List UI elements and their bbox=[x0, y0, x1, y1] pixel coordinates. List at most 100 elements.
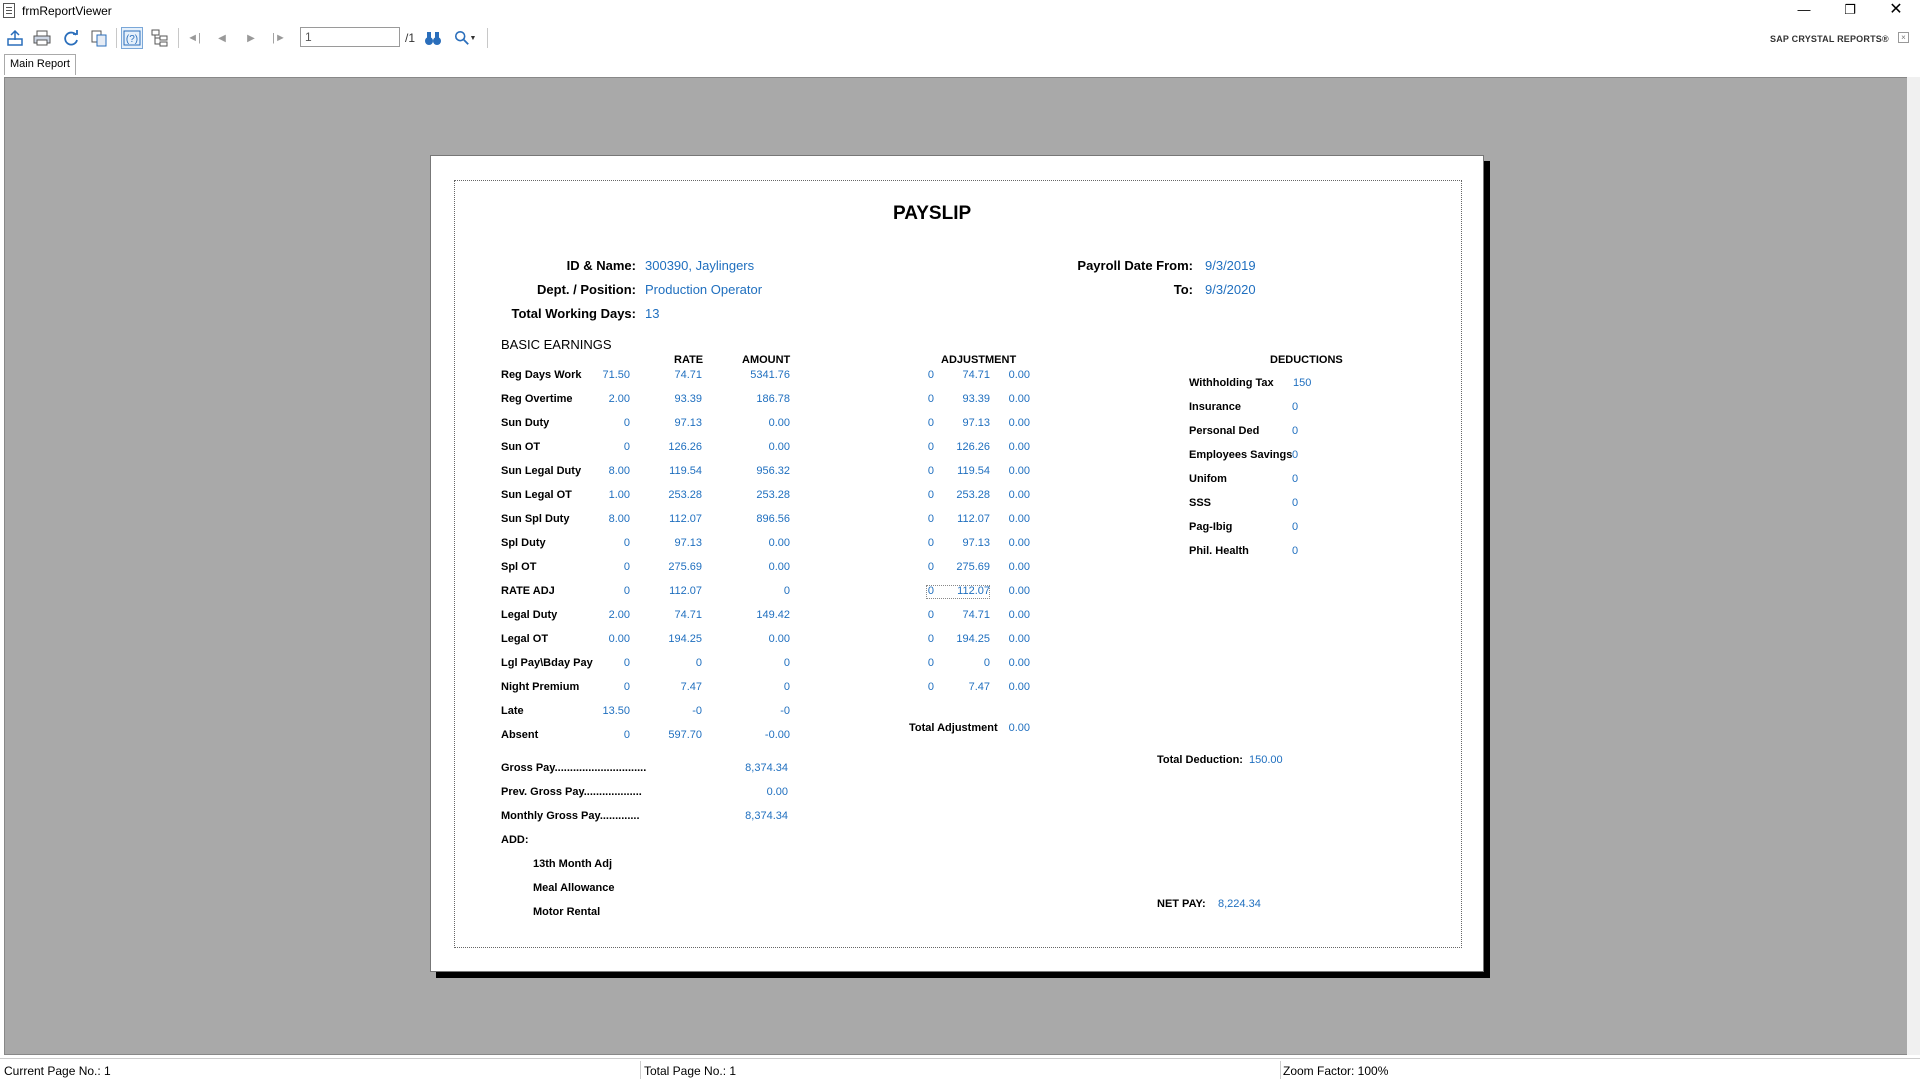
adjustment-amount: 0.00 bbox=[1008, 369, 1030, 381]
zoom-dropdown-button[interactable]: ▼ bbox=[450, 27, 480, 49]
deduction-value: 0 bbox=[1292, 545, 1299, 557]
next-page-button[interactable]: ▶ bbox=[240, 27, 262, 49]
earning-qty: 0 bbox=[623, 537, 630, 549]
earning-rate: 97.13 bbox=[674, 417, 702, 429]
id-name-value: 300390, Jaylingers bbox=[645, 258, 755, 273]
earning-amount: 0.00 bbox=[768, 561, 790, 573]
earning-amount: 5341.76 bbox=[750, 369, 790, 381]
earning-rate: 119.54 bbox=[669, 465, 702, 477]
adjustment-amount: 0.00 bbox=[1008, 561, 1030, 573]
binoculars-icon bbox=[425, 32, 441, 45]
earning-label: Night Premium bbox=[501, 681, 580, 693]
deduction-label: Insurance bbox=[1189, 401, 1241, 413]
previous-page-button[interactable]: ◀ bbox=[211, 27, 233, 49]
first-page-button[interactable]: ◄| bbox=[183, 27, 205, 49]
adjustment-qty: 0 bbox=[927, 465, 934, 477]
title-bar: frmReportViewer — ❐ ✕ bbox=[0, 0, 1920, 22]
adjustment-rate: 93.39 bbox=[962, 393, 990, 405]
zoom-factor-status: Zoom Factor: 100% bbox=[1283, 1064, 1389, 1078]
adjustment-amount: 0.00 bbox=[1008, 441, 1030, 453]
dept-position-value: Production Operator bbox=[645, 282, 763, 297]
deduction-label: Withholding Tax bbox=[1189, 377, 1274, 389]
copy-icon bbox=[91, 30, 107, 47]
earning-amount: 149.42 bbox=[756, 609, 790, 621]
earning-amount: 956.32 bbox=[756, 465, 790, 477]
earning-qty: 0 bbox=[623, 585, 630, 597]
adjustment-qty: 0 bbox=[927, 585, 934, 597]
adjustment-rate: 0 bbox=[983, 657, 990, 669]
adjustment-qty: 0 bbox=[927, 681, 934, 693]
deduction-value: 150 bbox=[1293, 377, 1312, 389]
earning-label: Spl OT bbox=[501, 561, 537, 573]
earning-label: Spl Duty bbox=[501, 537, 546, 549]
deduction-value: 0 bbox=[1292, 521, 1299, 533]
working-days-value: 13 bbox=[645, 306, 660, 321]
chevron-down-icon: ▼ bbox=[469, 34, 477, 42]
copy-button[interactable] bbox=[88, 27, 110, 49]
earning-qty: 0 bbox=[623, 729, 630, 741]
restore-button[interactable]: ❐ bbox=[1827, 0, 1873, 22]
earning-label: Lgl Pay\Bday Pay bbox=[501, 657, 593, 669]
page-total: /1 bbox=[405, 31, 416, 45]
last-page-button[interactable]: |► bbox=[268, 27, 290, 49]
adjustment-amount: 0.00 bbox=[1008, 417, 1030, 429]
toggle-group-tree-button[interactable] bbox=[149, 27, 171, 49]
adjustment-qty: 0 bbox=[927, 489, 934, 501]
adjustment-rate: 74.71 bbox=[962, 609, 990, 621]
adjustment-amount: 0.00 bbox=[1008, 585, 1030, 597]
rate-column-header: RATE bbox=[674, 354, 704, 366]
earning-amount: 0 bbox=[783, 585, 790, 597]
close-view-icon[interactable]: × bbox=[1898, 32, 1909, 43]
earning-amount: 0.00 bbox=[768, 441, 790, 453]
export-button[interactable] bbox=[4, 27, 26, 49]
vertical-scrollbar[interactable] bbox=[1907, 77, 1920, 1055]
earning-amount: 896.56 bbox=[756, 513, 790, 525]
total-deduction-value: 150.00 bbox=[1249, 754, 1283, 766]
tab-main-report[interactable]: Main Report bbox=[4, 54, 76, 75]
earning-rate: 0 bbox=[695, 657, 702, 669]
next-page-icon: ▶ bbox=[247, 32, 255, 44]
earning-rate: 112.07 bbox=[669, 585, 702, 597]
minimize-button[interactable]: — bbox=[1781, 0, 1827, 22]
total-page-status: Total Page No.: 1 bbox=[644, 1064, 737, 1078]
adjustment-amount: 0.00 bbox=[1008, 681, 1030, 693]
earning-rate: 253.28 bbox=[668, 489, 702, 501]
earning-label: Sun Legal Duty bbox=[501, 465, 582, 477]
earning-amount: 0 bbox=[783, 657, 790, 669]
deduction-value: 0 bbox=[1292, 497, 1299, 509]
find-button[interactable] bbox=[422, 27, 444, 49]
app-icon bbox=[3, 3, 15, 18]
adjustment-qty: 0 bbox=[927, 417, 934, 429]
payroll-date-from-value: 9/3/2019 bbox=[1205, 258, 1256, 273]
add-item-motor-rental: Motor Rental bbox=[533, 906, 601, 918]
earning-qty: 8.00 bbox=[608, 465, 630, 477]
earning-label: Reg Overtime bbox=[501, 393, 573, 405]
basic-earnings-heading: BASIC EARNINGS bbox=[501, 337, 612, 352]
close-button[interactable]: ✕ bbox=[1873, 0, 1919, 22]
adjustment-column-header: ADJUSTMENT bbox=[941, 354, 1017, 366]
payroll-date-to-label: To: bbox=[1173, 282, 1193, 297]
adjustment-rate: 275.69 bbox=[956, 561, 990, 573]
adjustment-rate: 97.13 bbox=[962, 537, 990, 549]
add-label: ADD: bbox=[501, 834, 529, 846]
earning-qty: 1.00 bbox=[608, 489, 630, 501]
adjustment-qty: 0 bbox=[927, 393, 934, 405]
adjustment-rate: 119.54 bbox=[957, 465, 990, 477]
refresh-button[interactable] bbox=[60, 27, 82, 49]
earning-rate: 597.70 bbox=[668, 729, 702, 741]
print-button[interactable] bbox=[31, 27, 53, 49]
adjustment-rate: 112.07 bbox=[957, 585, 990, 597]
page-number-input[interactable] bbox=[300, 27, 400, 47]
adjustment-rate: 112.07 bbox=[957, 513, 990, 525]
earning-qty: 0 bbox=[623, 681, 630, 693]
refresh-icon bbox=[64, 30, 78, 46]
adjustment-rate: 74.71 bbox=[962, 369, 990, 381]
deduction-value: 0 bbox=[1292, 449, 1299, 461]
deduction-label: Personal Ded bbox=[1189, 425, 1260, 437]
deduction-value: 0 bbox=[1292, 425, 1299, 437]
toggle-parameter-panel-button[interactable]: (?) bbox=[121, 27, 143, 49]
earning-amount: 0.00 bbox=[768, 537, 790, 549]
adjustment-qty: 0 bbox=[927, 657, 934, 669]
earning-label: Sun Legal OT bbox=[501, 489, 572, 501]
adjustment-amount: 0.00 bbox=[1008, 513, 1030, 525]
